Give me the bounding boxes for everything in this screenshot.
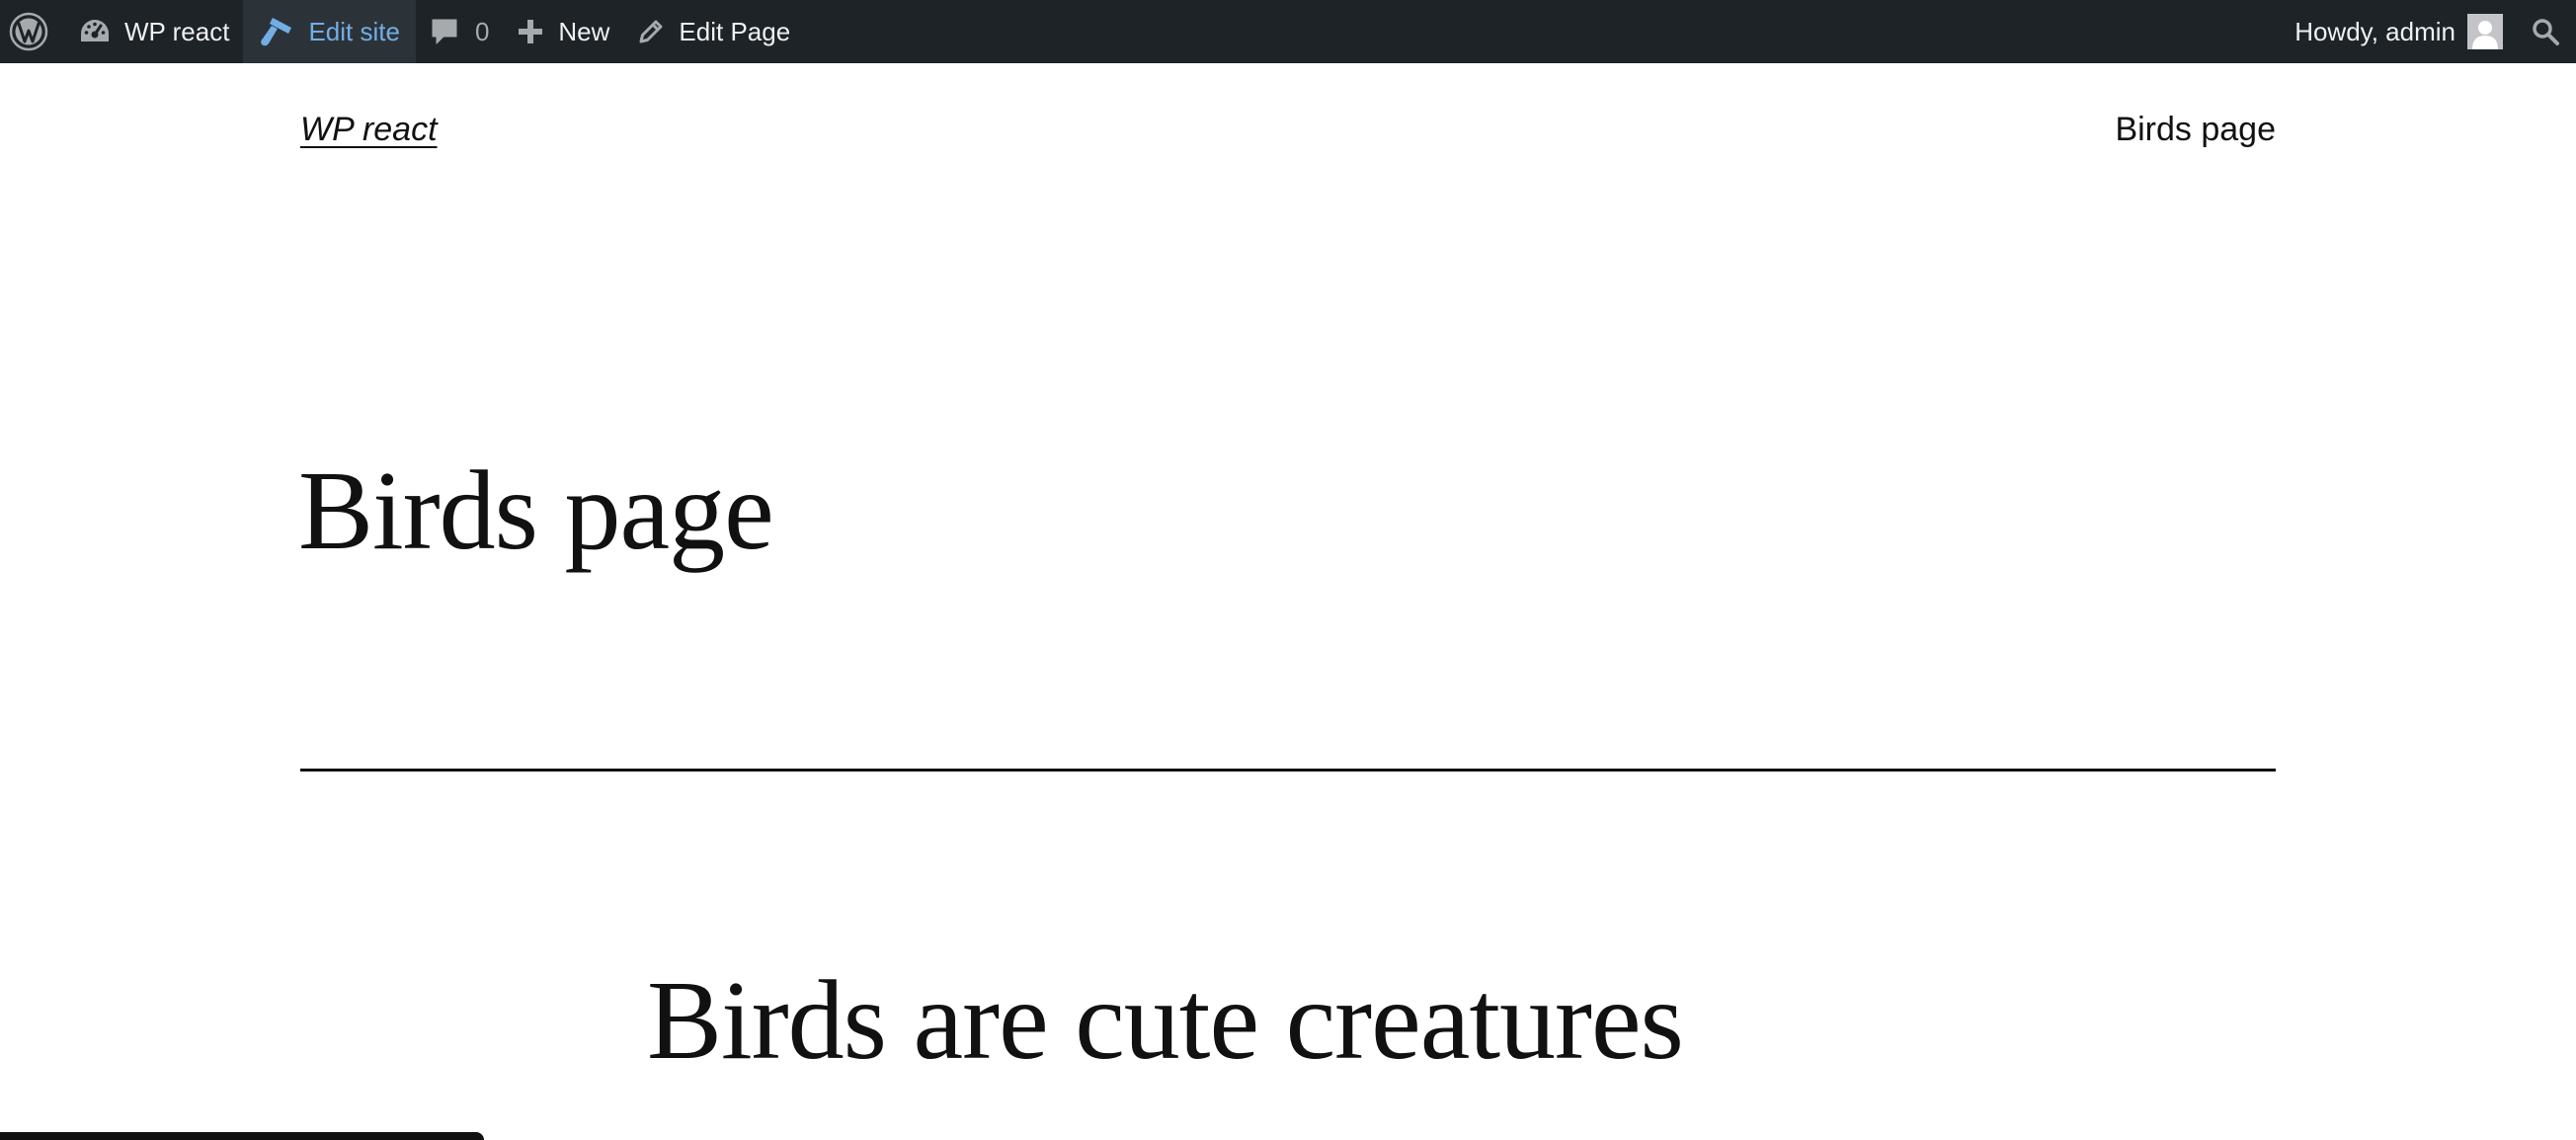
nav-item-birds-page[interactable]: Birds page: [2115, 111, 2276, 149]
pencil-icon: [637, 18, 665, 45]
separator: [300, 769, 2276, 772]
edit-page-button[interactable]: Edit Page: [623, 0, 804, 63]
wordpress-logo-icon: [8, 11, 49, 52]
brush-icon: [259, 16, 294, 47]
comments-count: 0: [474, 16, 490, 46]
user-avatar-icon: [2467, 14, 2503, 49]
wordpress-menu[interactable]: [0, 0, 65, 63]
edit-site-label: Edit site: [308, 16, 400, 46]
comments-menu[interactable]: 0: [416, 0, 503, 63]
edit-site-button[interactable]: Edit site: [243, 0, 416, 63]
my-account-menu[interactable]: Howdy, admin: [2281, 0, 2521, 63]
admin-bar-right: Howdy, admin: [2281, 0, 2576, 63]
site-name-label: WP react: [124, 16, 230, 46]
edit-page-label: Edit Page: [679, 16, 791, 46]
content-heading: Birds are cute creatures: [647, 957, 1684, 1083]
site-name-menu[interactable]: WP react: [65, 0, 243, 63]
admin-bar: WP react Edit site 0 New Edit Page Howdy…: [0, 0, 2576, 63]
speech-bubble-icon: [430, 17, 459, 46]
dashboard-gauge-icon: [79, 18, 111, 45]
search-icon: [2531, 17, 2560, 46]
page-title: Birds page: [298, 448, 774, 573]
new-label: New: [558, 16, 610, 46]
admin-bar-left: WP react Edit site 0 New Edit Page: [0, 0, 804, 63]
plus-icon: [517, 18, 544, 45]
site-title-link[interactable]: WP react: [300, 111, 438, 149]
howdy-label: Howdy, admin: [2294, 16, 2455, 46]
bottom-toolbar-edge: [0, 1132, 484, 1140]
admin-bar-search[interactable]: [2521, 0, 2576, 63]
new-content-menu[interactable]: New: [503, 0, 623, 63]
